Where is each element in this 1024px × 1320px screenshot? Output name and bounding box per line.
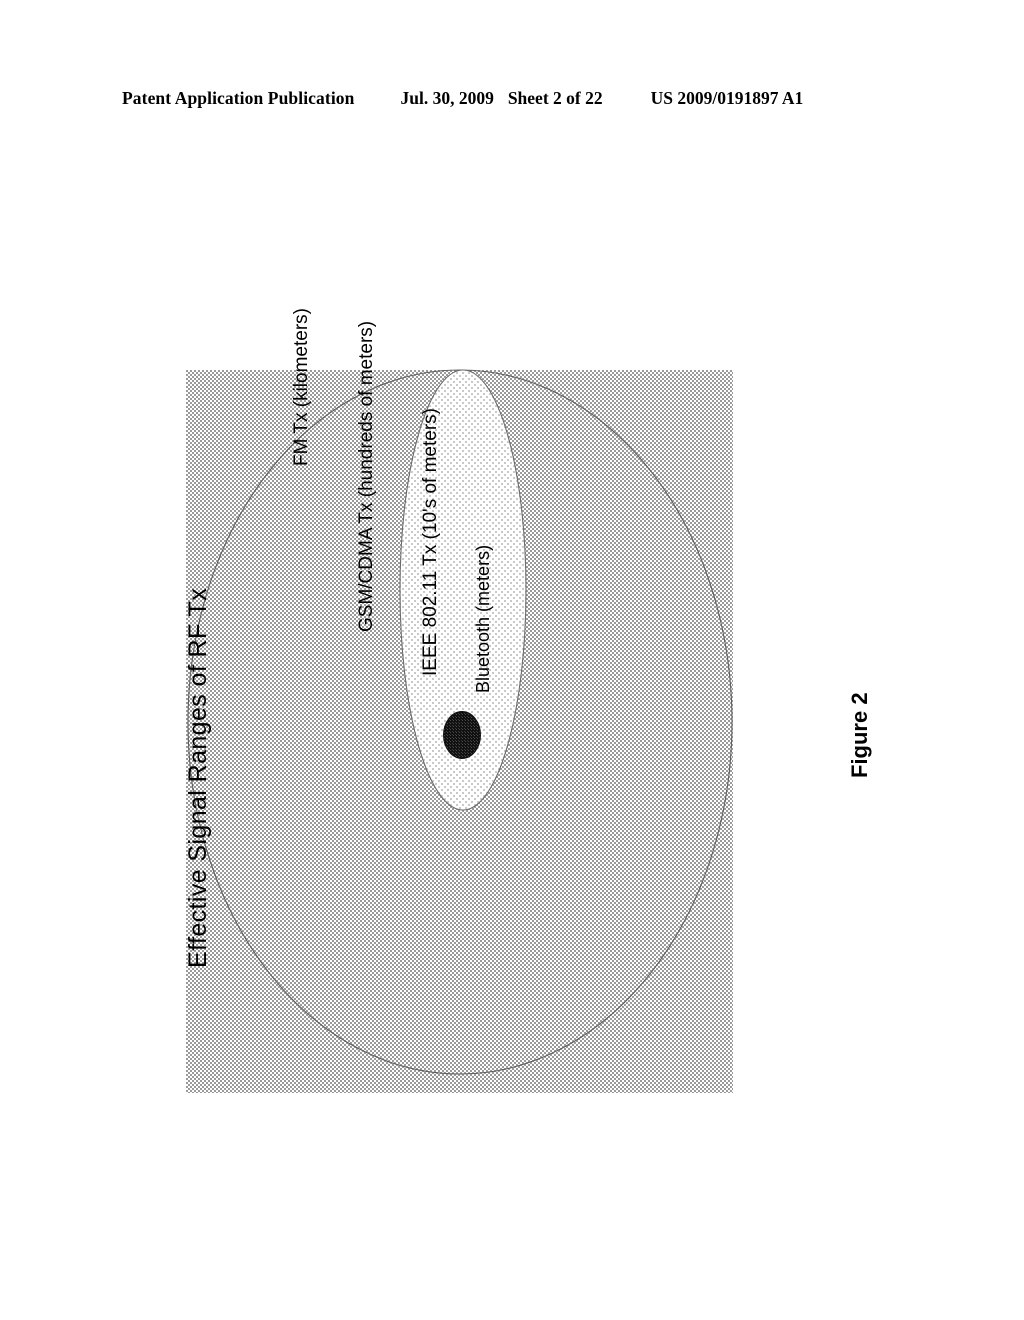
figure-drawing-area: Effective Signal Ranges of RF Tx FM Tx (…	[0, 0, 1024, 1320]
nested-range-diagram	[186, 369, 733, 1093]
diagram-title: Effective Signal Ranges of RF Tx	[184, 587, 212, 968]
figure-caption: Figure 2	[847, 692, 872, 778]
label-region-gsm: GSM/CDMA Tx (hundreds of meters)	[356, 320, 377, 632]
region-bluetooth-ellipse	[443, 711, 481, 759]
label-region-fm: FM Tx (kilometers)	[291, 308, 312, 466]
label-region-ieee80211: IEEE 802.11 Tx (10's of meters)	[420, 408, 441, 676]
patent-figure-page: Patent Application Publication Jul. 30, …	[0, 0, 1024, 1320]
label-region-bluetooth: Bluetooth (meters)	[473, 544, 493, 693]
